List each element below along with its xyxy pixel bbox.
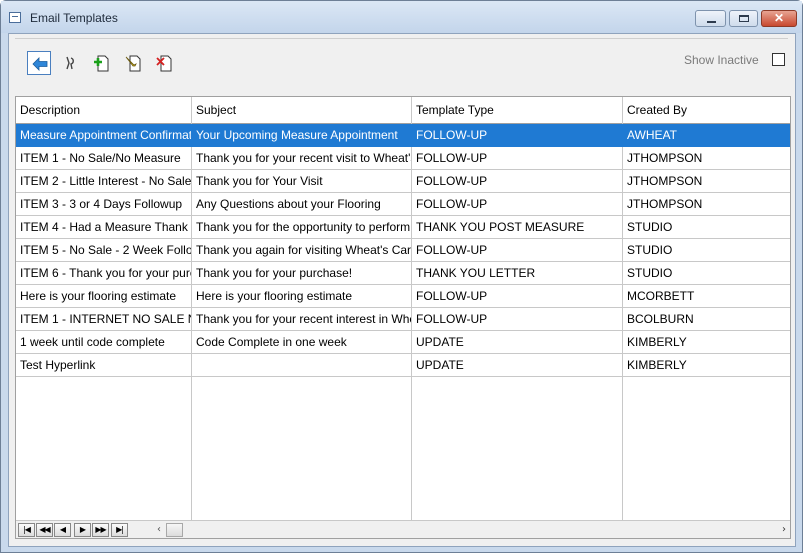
table-row[interactable]: ITEM 5 - No Sale - 2 Week FollowupThank … (16, 239, 790, 262)
cell-created-by[interactable]: JTHOMPSON (623, 147, 790, 169)
cell-created-by[interactable]: STUDIO (623, 262, 790, 284)
table-row[interactable]: ITEM 3 - 3 or 4 Days Followup Any Questio… (16, 193, 790, 216)
back-arrow-icon (32, 57, 48, 71)
cell-created-by[interactable]: BCOLBURN (623, 308, 790, 330)
column-header-description[interactable]: Description (16, 97, 192, 123)
first-page-button[interactable]: |◀ (18, 523, 35, 537)
maximize-icon (739, 15, 749, 22)
table-row[interactable]: Test Hyperlink UPDATE KIMBERLY (16, 354, 790, 377)
cell-description[interactable]: ITEM 1 - INTERNET NO SALE NO (16, 308, 192, 330)
cell-created-by[interactable]: KIMBERLY (623, 354, 790, 376)
cell-subject[interactable]: Here is your flooring estimate (192, 285, 412, 307)
tool-button[interactable] (59, 51, 83, 75)
minimize-icon (707, 21, 716, 23)
toolbar: Show Inactive (15, 38, 788, 90)
add-document-icon (94, 55, 109, 72)
show-inactive-checkbox[interactable] (772, 53, 785, 66)
cell-created-by[interactable]: JTHOMPSON (623, 170, 790, 192)
next-record-button[interactable]: ▶ (74, 523, 91, 537)
cell-subject[interactable]: Thank you for the opportunity to perform (192, 216, 412, 238)
cell-created-by[interactable]: MCORBETT (623, 285, 790, 307)
cell-template-type[interactable]: FOLLOW-UP (412, 285, 623, 307)
cell-subject[interactable] (192, 354, 412, 376)
cell-created-by[interactable]: KIMBERLY (623, 331, 790, 353)
column-header-template-type[interactable]: Template Type (412, 97, 623, 123)
column-header-subject[interactable]: Subject (192, 97, 412, 123)
add-button[interactable] (90, 51, 114, 75)
table-row[interactable]: Measure Appointment Confirmation Your Upc… (16, 124, 790, 147)
cell-template-type[interactable]: FOLLOW-UP (412, 124, 623, 146)
cell-created-by[interactable]: STUDIO (623, 239, 790, 261)
cell-template-type[interactable]: FOLLOW-UP (412, 147, 623, 169)
maximize-button[interactable] (729, 10, 758, 27)
column-header-created-by[interactable]: Created By (623, 97, 790, 123)
cell-description[interactable]: Measure Appointment Confirmation (16, 124, 192, 146)
cell-description[interactable]: ITEM 1 - No Sale/No Measure (16, 147, 192, 169)
table-row[interactable]: 1 week until code complete Code Complete … (16, 331, 790, 354)
cell-description[interactable]: Here is your flooring estimate (16, 285, 192, 307)
templates-grid: Description Subject Template Type Create… (15, 96, 791, 539)
cell-subject[interactable]: Thank you for your recent visit to Wheat… (192, 147, 412, 169)
cell-created-by[interactable]: STUDIO (623, 216, 790, 238)
title-bar[interactable]: Email Templates ✕ (1, 1, 802, 33)
last-page-button[interactable]: ▶| (111, 523, 128, 537)
cell-subject[interactable]: Thank you for your purchase! (192, 262, 412, 284)
cell-template-type[interactable]: FOLLOW-UP (412, 239, 623, 261)
grid-navigator: |◀ ◀◀ ◀ ▶ ▶▶ ▶| ‹ › (16, 520, 790, 538)
cell-description[interactable]: Test Hyperlink (16, 354, 192, 376)
cell-description[interactable]: ITEM 5 - No Sale - 2 Week Followup (16, 239, 192, 261)
tool-icon (66, 56, 74, 70)
table-row[interactable]: Here is your flooring estimate Here is yo… (16, 285, 790, 308)
horizontal-scroll-thumb[interactable] (166, 523, 183, 537)
edit-button[interactable] (122, 51, 146, 75)
minimize-button[interactable] (695, 10, 726, 27)
edit-document-icon (125, 55, 141, 72)
previous-record-button[interactable]: ◀ (54, 523, 71, 537)
delete-button[interactable] (153, 51, 177, 75)
cell-subject[interactable]: Code Complete in one week (192, 331, 412, 353)
cell-template-type[interactable]: THANK YOU POST MEASURE (412, 216, 623, 238)
cell-template-type[interactable]: FOLLOW-UP (412, 308, 623, 330)
back-button[interactable] (27, 51, 51, 75)
cell-subject[interactable]: Your Upcoming Measure Appointment (192, 124, 412, 146)
cell-subject[interactable]: Any Questions about your Flooring (192, 193, 412, 215)
client-area: Show Inactive Description Subject Templa… (8, 33, 796, 547)
cell-description[interactable]: 1 week until code complete (16, 331, 192, 353)
window-title: Email Templates (30, 11, 118, 25)
cell-description[interactable]: ITEM 3 - 3 or 4 Days Followup (16, 193, 192, 215)
cell-description[interactable]: ITEM 6 - Thank you for your purchase (16, 262, 192, 284)
grid-header: Description Subject Template Type Create… (16, 97, 790, 124)
table-row[interactable]: ITEM 1 - No Sale/No Measure Thank you for… (16, 147, 790, 170)
previous-page-button[interactable]: ◀◀ (36, 523, 53, 537)
email-templates-window: Email Templates ✕ Show Inactive Descript… (0, 0, 803, 553)
close-button[interactable]: ✕ (761, 10, 797, 27)
scroll-left-arrow[interactable]: ‹ (153, 523, 165, 537)
cell-template-type[interactable]: THANK YOU LETTER (412, 262, 623, 284)
next-page-button[interactable]: ▶▶ (92, 523, 109, 537)
cell-created-by[interactable]: AWHEAT (623, 124, 790, 146)
window-icon (9, 12, 21, 23)
table-row[interactable]: ITEM 4 - Had a Measure Thank YouThank yo… (16, 216, 790, 239)
cell-template-type[interactable]: FOLLOW-UP (412, 193, 623, 215)
table-row[interactable]: ITEM 2 - Little Interest - No Sale No Tha… (16, 170, 790, 193)
show-inactive-label: Show Inactive (684, 53, 759, 67)
cell-subject[interactable]: Thank you for Your Visit (192, 170, 412, 192)
table-row[interactable]: ITEM 1 - INTERNET NO SALE NO Thank you fo… (16, 308, 790, 331)
cell-subject[interactable]: Thank you for your recent interest in Wh… (192, 308, 412, 330)
table-row[interactable]: ITEM 6 - Thank you for your purchaseThan… (16, 262, 790, 285)
cell-template-type[interactable]: UPDATE (412, 354, 623, 376)
cell-description[interactable]: ITEM 4 - Had a Measure Thank You (16, 216, 192, 238)
delete-document-icon (156, 55, 172, 72)
cell-created-by[interactable]: JTHOMPSON (623, 193, 790, 215)
cell-template-type[interactable]: FOLLOW-UP (412, 170, 623, 192)
scroll-right-arrow[interactable]: › (778, 523, 790, 537)
cell-subject[interactable]: Thank you again for visiting Wheat's Car… (192, 239, 412, 261)
close-icon: ✕ (773, 11, 785, 25)
cell-template-type[interactable]: UPDATE (412, 331, 623, 353)
cell-description[interactable]: ITEM 2 - Little Interest - No Sale No (16, 170, 192, 192)
